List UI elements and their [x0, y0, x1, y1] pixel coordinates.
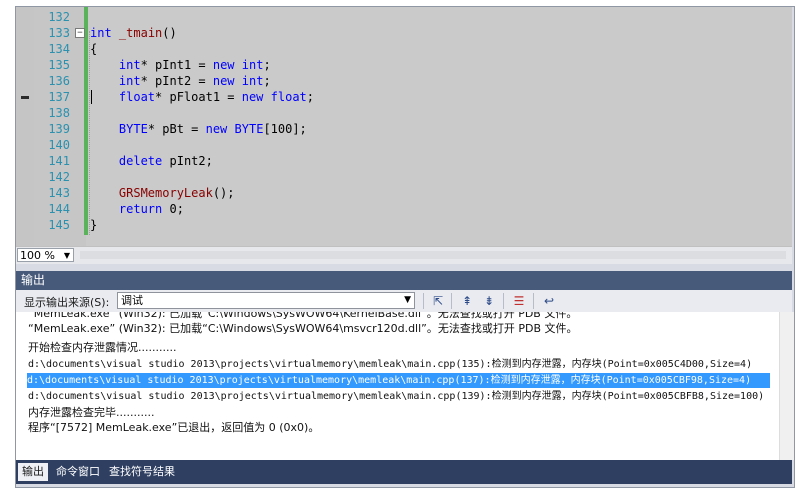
tab-find-symbol-results[interactable]: 查找符号结果: [105, 463, 179, 481]
code-line[interactable]: 141 delete pInt2;: [16, 153, 792, 169]
code-line[interactable]: 132: [16, 9, 792, 25]
output-text-area[interactable]: “MemLeak.exe” (Win32): 已加载“C:\Windows\Sy…: [16, 312, 792, 460]
toolbar-separator: [503, 293, 504, 309]
output-panel-title: 输出: [16, 271, 792, 290]
output-line[interactable]: d:\documents\visual studio 2013\projects…: [28, 389, 764, 404]
source-value: 调试: [121, 294, 143, 307]
code-text: BYTE* pBt = new BYTE[100];: [118, 122, 307, 136]
code-editor[interactable]: 132 133− int _tmain() 134{135 int* pInt1 = …: [16, 7, 792, 246]
code-line[interactable]: 136 int* pInt2 = new int;: [16, 73, 792, 89]
code-line[interactable]: 145}: [16, 217, 792, 233]
code-line[interactable]: 134 {: [16, 41, 792, 57]
source-label: 显示输出来源(S):: [24, 296, 110, 309]
code-text: int* pInt2 = new int;: [118, 74, 271, 88]
vertical-scrollbar[interactable]: [779, 312, 794, 460]
previous-message-icon[interactable]: ⇞: [459, 293, 475, 309]
tab-command-window[interactable]: 命令窗口: [52, 463, 104, 481]
word-wrap-icon[interactable]: ↩: [541, 293, 557, 309]
line-number: 138: [48, 106, 70, 120]
collapse-icon[interactable]: −: [75, 28, 85, 38]
current-line-marker-icon: [21, 96, 29, 99]
code-text: float* pFloat1 = new float;: [118, 90, 315, 104]
line-number: 132: [48, 10, 70, 24]
code-line[interactable]: 139 BYTE* pBt = new BYTE[100];: [16, 121, 792, 137]
output-line[interactable]: 程序“[7572] MemLeak.exe”已退出，返回值为 0 (0x0)。: [28, 420, 319, 435]
toolbar-separator: [423, 293, 424, 309]
output-line[interactable]: 内存泄露检查完毕...........: [28, 405, 154, 420]
next-message-icon[interactable]: ⇟: [481, 293, 497, 309]
line-number: 142: [48, 170, 70, 184]
line-number: 135: [48, 58, 70, 72]
code-line[interactable]: 135 int* pInt1 = new int;: [16, 57, 792, 73]
chevron-down-icon: ▼: [63, 251, 70, 260]
editor-statusbar: 100 % ▼: [16, 246, 792, 264]
code-line[interactable]: 144 return 0;: [16, 201, 792, 217]
horizontal-scrollbar[interactable]: [80, 251, 786, 259]
tab-output[interactable]: 输出: [18, 463, 48, 481]
code-text: {: [90, 42, 98, 56]
line-number: 144: [48, 202, 70, 216]
toolbar-separator: [533, 293, 534, 309]
line-number: 140: [48, 138, 70, 152]
output-line[interactable]: “MemLeak.exe” (Win32): 已加载“C:\Windows\Sy…: [28, 321, 578, 336]
line-number: 137: [48, 90, 70, 104]
source-dropdown[interactable]: 调试 ▼: [117, 292, 415, 309]
line-number: 133: [48, 26, 70, 40]
line-number: 143: [48, 186, 70, 200]
bottom-tab-strip: 输出 命令窗口 查找符号结果: [16, 460, 792, 484]
line-number: 139: [48, 122, 70, 136]
code-line[interactable]: 140: [16, 137, 792, 153]
code-text: int _tmain(): [90, 26, 177, 40]
output-line[interactable]: 开始检查内存泄露情况...........: [28, 340, 176, 355]
output-toolbar: 显示输出来源(S): 调试 ▼ ⇱ ⇞ ⇟ ☰ ↩: [16, 290, 792, 313]
code-text: GRSMemoryLeak();: [118, 186, 235, 200]
code-line[interactable]: 143 GRSMemoryLeak();: [16, 185, 792, 201]
line-number: 136: [48, 74, 70, 88]
code-line[interactable]: 138: [16, 105, 792, 121]
clear-all-icon[interactable]: ☰: [511, 293, 527, 309]
line-number: 134: [48, 42, 70, 56]
code-text: int* pInt1 = new int;: [118, 58, 271, 72]
goto-location-icon[interactable]: ⇱: [430, 293, 446, 309]
output-line[interactable]: “MemLeak.exe” (Win32): 已加载“C:\Windows\Sy…: [28, 312, 577, 321]
code-text: }: [90, 218, 98, 232]
code-text: return 0;: [118, 202, 184, 216]
output-line[interactable]: d:\documents\visual studio 2013\projects…: [28, 357, 752, 372]
output-line-selected[interactable]: d:\documents\visual studio 2013\projects…: [27, 373, 770, 388]
line-number: 145: [48, 218, 70, 232]
code-text: delete pInt2;: [118, 154, 213, 168]
zoom-dropdown[interactable]: 100 % ▼: [17, 248, 74, 262]
code-line[interactable]: 137 float* pFloat1 = new float;: [16, 89, 792, 105]
zoom-value: 100 %: [20, 249, 55, 262]
code-line[interactable]: 133− int _tmain(): [16, 25, 792, 41]
line-number: 141: [48, 154, 70, 168]
ide-window: 132 133− int _tmain() 134{135 int* pInt1 = …: [15, 6, 795, 488]
toolbar-separator: [451, 293, 452, 309]
chevron-down-icon: ▼: [404, 295, 411, 305]
code-line[interactable]: 142: [16, 169, 792, 185]
